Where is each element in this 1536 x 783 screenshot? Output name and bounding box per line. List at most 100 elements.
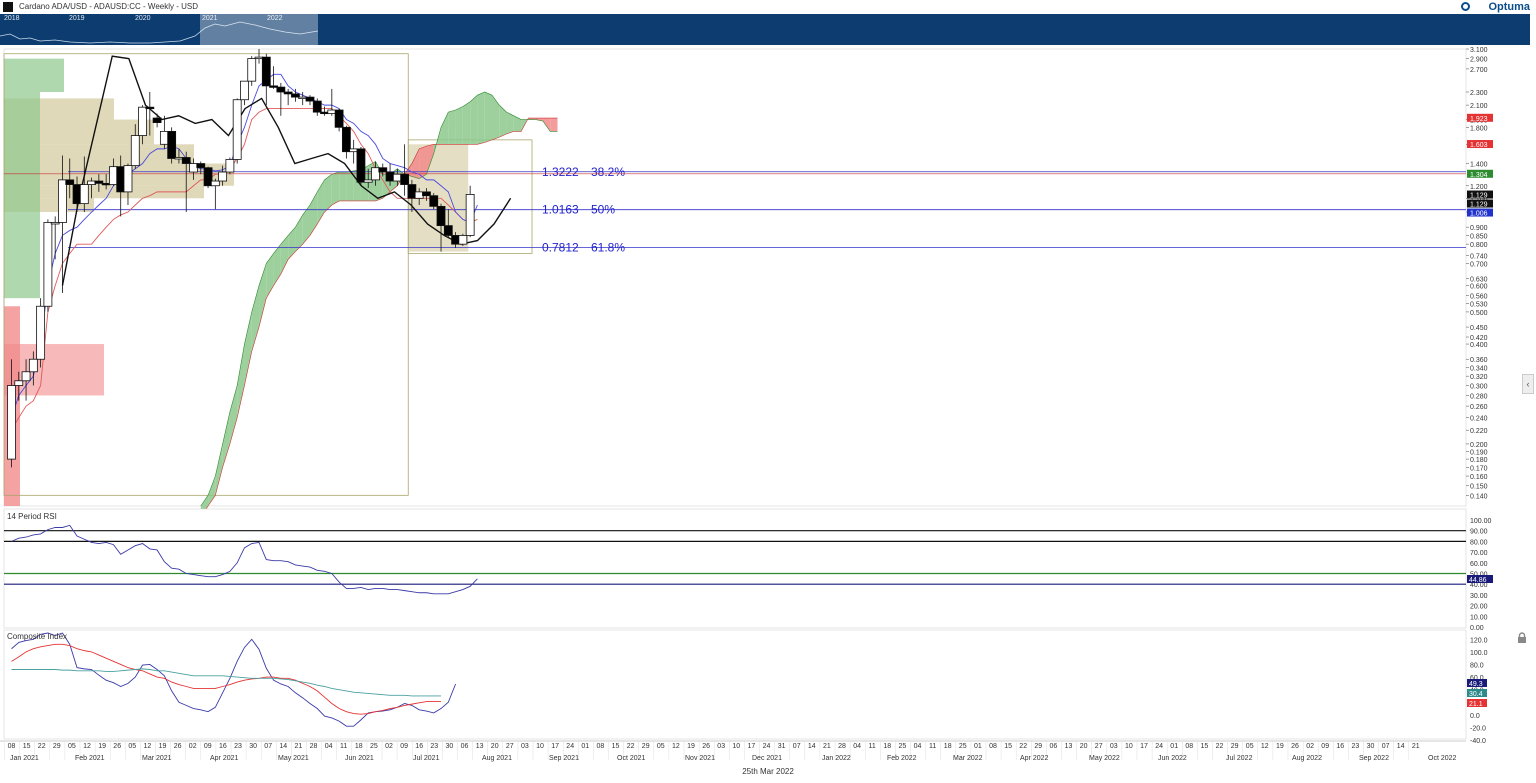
- price-axis-label: 0.220: [1470, 428, 1488, 435]
- time-axis-day-label: 12: [144, 743, 152, 750]
- candle-body: [181, 157, 191, 164]
- time-axis-day-label: 01: [1170, 743, 1178, 750]
- candle-body: [94, 180, 104, 184]
- volume-profile-bar: [4, 212, 40, 299]
- candle-body: [327, 109, 337, 114]
- price-axis-label: 0.150: [1470, 483, 1488, 490]
- time-axis-day-label: 28: [838, 743, 846, 750]
- candle-body: [65, 179, 75, 185]
- composite-panel-title: Composite Index: [7, 632, 68, 641]
- price-axis-label: 2.100: [1470, 103, 1488, 110]
- time-axis-month-label: Oct 2022: [1428, 755, 1457, 762]
- composite-value-label: 30.4: [1469, 691, 1483, 698]
- candle: [203, 166, 213, 189]
- time-axis-day-label: 15: [612, 743, 620, 750]
- time-axis-day-label: 27: [1095, 743, 1103, 750]
- time-axis-day-label: 20: [491, 743, 499, 750]
- collapse-panel-icon[interactable]: ‹: [1522, 374, 1534, 394]
- fib-level-percent: 38.2%: [591, 165, 625, 179]
- ichimoku-cloud-segment: [477, 92, 485, 145]
- volume-profile-bar: [4, 58, 64, 93]
- price-axis-label: 0.800: [1470, 242, 1488, 249]
- fib-level-price: 1.0163: [542, 203, 579, 217]
- price-tag-label: 1.129: [1470, 202, 1488, 209]
- candle: [43, 219, 53, 312]
- composite-axis-label: 0.0: [1470, 713, 1480, 720]
- rsi-axis-label: 90.00: [1470, 529, 1488, 536]
- time-axis-day-label: 17: [1140, 743, 1148, 750]
- time-axis-day-label: 03: [1110, 743, 1118, 750]
- time-axis-day-label: 25: [370, 743, 378, 750]
- candle-body: [422, 191, 431, 197]
- ichimoku-cloud-segment: [484, 92, 492, 143]
- candle-body: [385, 171, 395, 182]
- time-axis-day-label: 24: [566, 743, 574, 750]
- candle-body: [145, 106, 155, 110]
- price-axis-label: 0.340: [1470, 365, 1488, 372]
- time-axis-day-label: 26: [702, 743, 710, 750]
- time-axis-month-label: Apr 2021: [210, 755, 239, 762]
- candle: [232, 98, 242, 164]
- rsi-axis-label: 80.00: [1470, 539, 1488, 546]
- time-axis-day-label: 07: [1382, 743, 1390, 750]
- price-axis-label: 3.100: [1470, 47, 1488, 54]
- time-axis-day-label: 30: [446, 743, 454, 750]
- candle-body: [443, 225, 453, 236]
- volume-profile-bar: [4, 92, 40, 213]
- rsi-axis-label: 60.00: [1470, 561, 1488, 568]
- candle-body: [305, 96, 315, 102]
- time-axis-day-label: 08: [597, 743, 605, 750]
- time-axis-day-label: 19: [1276, 743, 1284, 750]
- candle-body: [14, 380, 24, 386]
- candle-body: [349, 148, 359, 153]
- price-axis-label: 0.530: [1470, 302, 1488, 309]
- time-axis-day-label: 27: [506, 743, 514, 750]
- time-axis-day-label: 04: [853, 743, 861, 750]
- time-axis-day-label: 29: [53, 743, 61, 750]
- time-axis-month-label: Nov 2021: [685, 755, 715, 762]
- rsi-panel-title: 14 Period RSI: [7, 512, 57, 521]
- rsi-axis-label: 20.00: [1470, 604, 1488, 611]
- time-axis-day-label: 23: [430, 743, 438, 750]
- candle-body: [72, 184, 82, 205]
- price-axis-label: 1.200: [1470, 184, 1488, 191]
- candle-body: [218, 171, 228, 182]
- time-axis-day-label: 10: [732, 743, 740, 750]
- candle-body: [232, 99, 242, 160]
- fib-level-price: 0.7812: [542, 241, 579, 255]
- time-axis-month-label: Mar 2021: [142, 755, 172, 762]
- candle-body: [400, 173, 410, 185]
- rsi-axis-label: 10.00: [1470, 614, 1488, 621]
- time-axis-day-label: 22: [627, 743, 635, 750]
- time-axis-day-label: 30: [1367, 743, 1375, 750]
- candle-body: [189, 163, 198, 173]
- candle-body: [451, 235, 460, 245]
- time-axis-day-label: 12: [83, 743, 91, 750]
- candle: [36, 298, 46, 368]
- time-axis-day-label: 03: [717, 743, 725, 750]
- ichimoku-cloud-segment: [470, 95, 478, 145]
- time-axis-day-label: 16: [415, 743, 423, 750]
- time-axis-day-label: 19: [687, 743, 695, 750]
- time-axis-day-label: 20: [1080, 743, 1088, 750]
- price-axis-label: 0.450: [1470, 325, 1488, 332]
- time-axis-day-label: 28: [310, 743, 318, 750]
- time-axis-day-label: 22: [1216, 743, 1224, 750]
- lock-icon[interactable]: [1516, 632, 1528, 644]
- candle-body: [196, 163, 206, 169]
- candle-body: [312, 100, 322, 113]
- time-axis-month-label: May 2022: [1089, 755, 1120, 762]
- price-axis-label: 0.190: [1470, 449, 1488, 456]
- candle-body: [283, 91, 293, 95]
- time-axis-month-label: Jul 2022: [1226, 755, 1253, 762]
- candle-body: [414, 191, 424, 199]
- candle-body: [79, 184, 89, 205]
- time-axis-day-label: 23: [1352, 743, 1360, 750]
- time-axis-day-label: 13: [476, 743, 484, 750]
- candle-body: [407, 184, 417, 199]
- candle-body: [247, 58, 257, 82]
- time-axis-day-label: 29: [1231, 743, 1239, 750]
- time-axis-day-label: 18: [883, 743, 891, 750]
- time-axis-day-label: 14: [1397, 743, 1405, 750]
- time-axis-day-label: 11: [929, 743, 936, 750]
